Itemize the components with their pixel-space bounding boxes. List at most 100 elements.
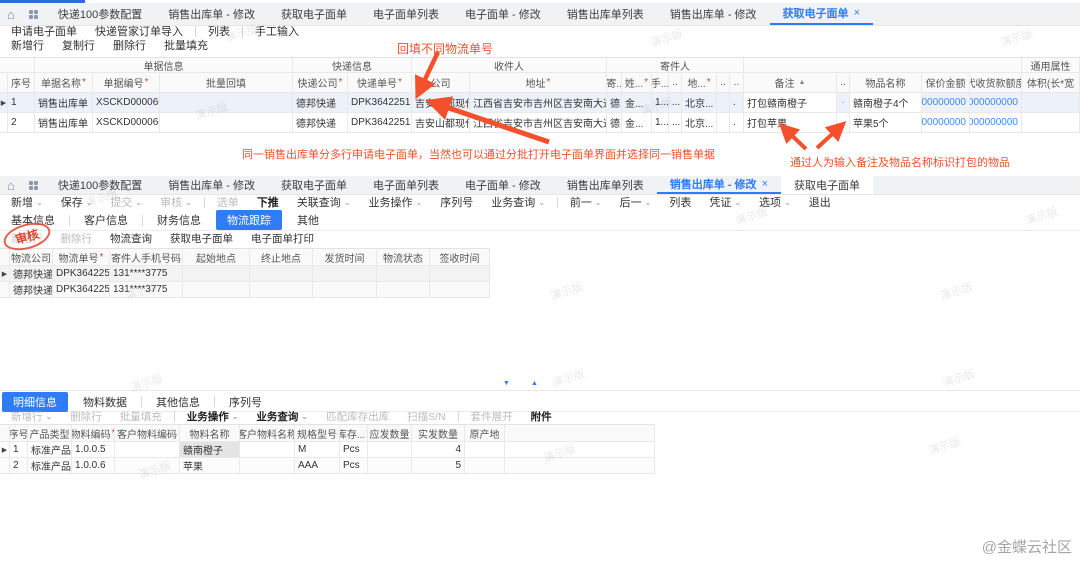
grid-cell-end-point[interactable] <box>250 266 313 282</box>
new-button[interactable]: 新增⌄ <box>2 194 52 210</box>
column-header-tracking-no[interactable]: 快递单号* <box>348 73 412 93</box>
grid-cell-goods-name[interactable]: 苹果5个 <box>850 113 922 133</box>
business-query-button[interactable]: 业务查询⌄ <box>482 194 554 210</box>
list-button[interactable]: 列表 <box>660 194 700 210</box>
grid-cell[interactable]: 德 <box>607 93 622 113</box>
home-icon[interactable]: ⌂ <box>0 176 22 194</box>
column-header-address[interactable]: 地址* <box>470 73 607 93</box>
grid-cell-seq[interactable]: 1 <box>10 442 28 458</box>
column-header-sender-phone[interactable]: 寄件人手机号码 <box>110 249 183 266</box>
batch-fill-button[interactable]: 批量填充 <box>155 37 217 53</box>
push-down-button[interactable]: 下推 <box>248 194 288 210</box>
column-header-origin[interactable]: 原产地 <box>465 425 505 442</box>
options-button[interactable]: 选项⌄ <box>750 194 800 210</box>
grid-cell-material-code[interactable]: 1.0.0.6 <box>72 458 115 474</box>
grid-cell[interactable]: · <box>837 93 850 113</box>
grid-cell[interactable]: 1... <box>652 93 669 113</box>
tab-get-ewaybill[interactable]: 获取电子面单 <box>268 3 360 25</box>
grid-cell-ship-time[interactable] <box>313 282 377 298</box>
customer-info-tab[interactable]: 客户信息 <box>73 210 139 230</box>
grid-cell-sign-time[interactable] <box>430 282 490 298</box>
grid-cell-spec-model[interactable]: M <box>295 442 340 458</box>
grid-cell-cod-amount[interactable]: 0.0000000000 <box>970 113 1022 133</box>
grid-cell-batch-fill[interactable] <box>160 93 293 113</box>
grid-cell-remark[interactable]: 打包赣南橙子 <box>744 93 837 113</box>
tab-ewaybill-edit[interactable]: 电子面单 - 修改 <box>452 3 554 25</box>
grid-cell-sender-phone[interactable]: 131****3775 <box>110 282 183 298</box>
next-button[interactable]: 后一⌄ <box>611 194 661 210</box>
delete-row-button[interactable]: 删除行 <box>52 231 102 246</box>
grid-cell-seq[interactable]: 2 <box>10 458 28 474</box>
grid-cell-logistics-status[interactable] <box>377 266 430 282</box>
grid-cell-material-name[interactable]: 苹果 <box>180 458 240 474</box>
select-order-button[interactable]: 选单 <box>208 194 248 210</box>
tab-sales-outbound-list[interactable]: 销售出库单列表 <box>554 3 657 25</box>
tab-get-ewaybill2[interactable]: 获取电子面单 <box>781 176 873 194</box>
tab-sales-outbound-edit[interactable]: 销售出库单 - 修改 <box>155 176 268 194</box>
save-button[interactable]: 保存⌄ <box>52 194 102 210</box>
related-query-button[interactable]: 关联查询⌄ <box>288 194 360 210</box>
grid-cell-origin[interactable] <box>465 458 505 474</box>
column-header-misc[interactable]: .. <box>717 73 730 93</box>
scan-sn-button[interactable]: 扫描S/N <box>398 409 455 424</box>
column-header-actual-qty[interactable]: 实发数量 <box>412 425 465 442</box>
grid-cell[interactable]: 北京... <box>682 113 717 133</box>
get-ewaybill-button[interactable]: 获取电子面单 <box>161 231 242 246</box>
column-header-insured-amount[interactable]: 保价金额 <box>922 73 970 93</box>
grid-cell[interactable]: · <box>837 113 850 133</box>
column-header-logistics-company[interactable]: 物流公司 <box>10 249 53 266</box>
column-header-cod-amount[interactable]: 代收货款额度 <box>970 73 1022 93</box>
grid-row-2[interactable]: 2 销售出库单 XSCKD000066 德邦快递 DPK364225186611… <box>0 113 1080 133</box>
grid-cell-stock-unit[interactable]: Pcs <box>340 442 368 458</box>
grid-cell-tracking-no[interactable]: DPK364225186605 <box>348 93 412 113</box>
grid-cell-logistics-status[interactable] <box>377 282 430 298</box>
grid-cell[interactable]: ... <box>669 93 682 113</box>
voucher-button[interactable]: 凭证⌄ <box>700 194 750 210</box>
grid-cell-end-point[interactable] <box>250 282 313 298</box>
grid-cell-actual-qty[interactable]: 5 <box>412 458 465 474</box>
column-header-logistics-no[interactable]: 物流单号* <box>53 249 110 266</box>
batch-fill-button[interactable]: 批量填充 <box>111 409 171 424</box>
grid-cell[interactable] <box>717 113 730 133</box>
column-header-customer-material-code[interactable]: 客户物料编码 <box>115 425 180 442</box>
grid-cell-logistics-no[interactable]: DPK364225186605 <box>53 266 110 282</box>
apps-grid-icon[interactable] <box>29 10 38 19</box>
grid-cell[interactable]: . <box>730 113 744 133</box>
grid-cell-company[interactable]: 吉安山都现代农业 <box>412 113 470 133</box>
tab-sales-outbound-edit-active[interactable]: 销售出库单 - 修改 × <box>657 176 781 194</box>
grid-cell-actual-qty[interactable]: 4 <box>412 442 465 458</box>
grid-cell-material-name[interactable]: 赣南橙子 <box>180 442 240 458</box>
grid-row-1[interactable]: ▶ 德邦快递 DPK364225186605 131****3775 <box>0 266 490 282</box>
column-header-spec-model[interactable]: 规格型号 <box>295 425 340 442</box>
grid-cell[interactable]: 1... <box>652 113 669 133</box>
column-header-product-type[interactable]: 产品类型 <box>28 425 72 442</box>
grid-cell[interactable]: 金... <box>622 93 652 113</box>
add-row-button[interactable]: 新增行 <box>2 37 53 53</box>
tab-get-ewaybill[interactable]: 获取电子面单 <box>268 176 360 194</box>
grid-cell-cod-amount[interactable]: 0.0000000000 <box>970 93 1022 113</box>
grid-cell[interactable]: 金... <box>622 113 652 133</box>
column-header-phone[interactable]: 手... <box>652 73 669 93</box>
grid-cell-goods-name[interactable]: 赣南橙子4个 <box>850 93 922 113</box>
collapse-up-icon[interactable]: ▲ <box>531 380 538 387</box>
grid-row-2[interactable]: 德邦快递 DPK364225186611 131****3775 <box>0 282 490 298</box>
tab-ewaybill-edit[interactable]: 电子面单 - 修改 <box>452 176 554 194</box>
grid-cell-volume[interactable] <box>1022 93 1080 113</box>
column-header-bill-name[interactable]: 单据名称* <box>35 73 93 93</box>
apps-grid-icon[interactable] <box>29 181 38 190</box>
column-header-courier[interactable]: 快递公司* <box>293 73 348 93</box>
grid-cell-bill-name[interactable]: 销售出库单 <box>35 113 93 133</box>
grid-cell-sign-time[interactable] <box>430 266 490 282</box>
column-header-material-code[interactable]: 物料编码* <box>72 425 115 442</box>
business-query-button[interactable]: 业务查询⌄ <box>247 409 317 424</box>
collapse-down-icon[interactable]: ▼ <box>503 380 510 387</box>
column-header-misc[interactable]: .. <box>730 73 744 93</box>
grid-cell-sender-phone[interactable]: 131****3775 <box>110 266 183 282</box>
delete-row-button[interactable]: 删除行 <box>104 37 155 53</box>
column-header-stock-unit[interactable]: 库存...* <box>340 425 368 442</box>
grid-cell-bill-no[interactable]: XSCKD000066 <box>93 93 160 113</box>
grid-cell-address[interactable]: 江西省吉安市吉州区吉安南大道25号 <box>470 93 607 113</box>
grid-cell-bill-no[interactable]: XSCKD000066 <box>93 113 160 133</box>
grid-cell-start-point[interactable] <box>183 266 250 282</box>
column-header-sender-addr[interactable]: 地...* <box>682 73 717 93</box>
